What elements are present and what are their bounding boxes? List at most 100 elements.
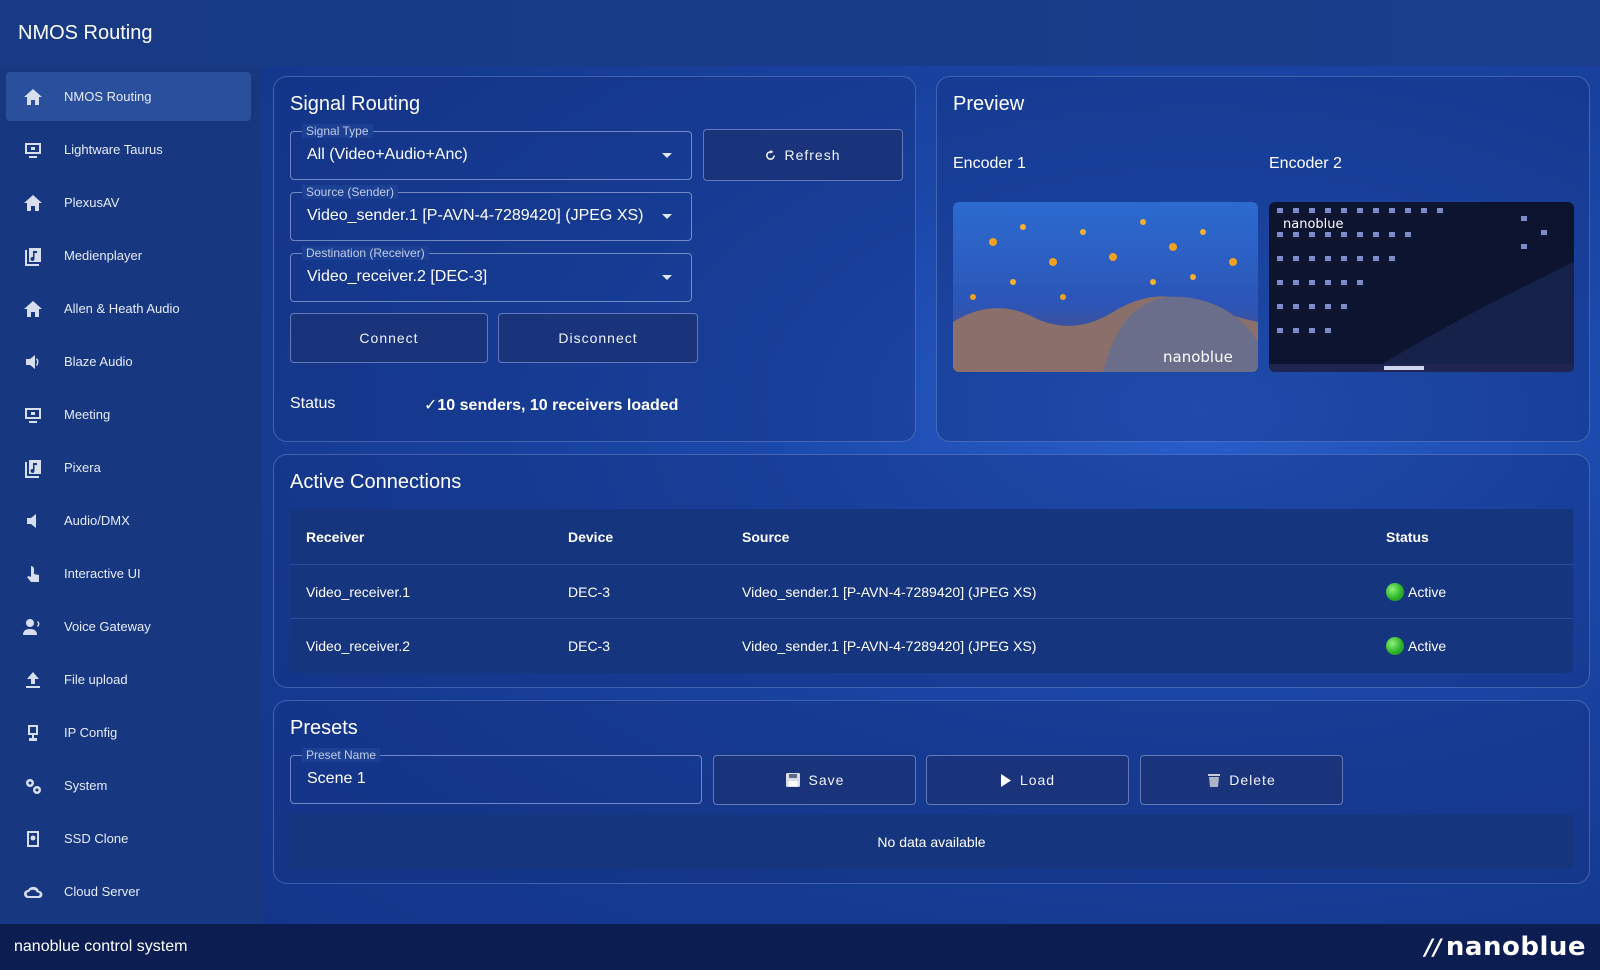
sidebar-item-interactive-ui[interactable]: Interactive UI [6,549,251,598]
encoder-1-watermark: nanoblue [1163,348,1233,366]
table-row[interactable]: Video_receiver.2 DEC-3 Video_sender.1 [P… [290,619,1573,673]
cell-receiver: Video_receiver.1 [306,583,411,600]
load-label: Load [1019,772,1056,788]
sidebar-item-label: Allen & Heath Audio [64,301,180,316]
destination-value: Video_receiver.2 [DEC-3] [307,268,488,285]
touch-icon [22,563,44,585]
app-title: NMOS Routing [18,21,153,44]
refresh-icon [765,149,776,161]
sidebar-item-label: NMOS Routing [64,89,152,104]
save-preset-button[interactable]: Save [713,755,916,805]
sidebar-item-cloud-server[interactable]: Cloud Server [6,867,251,916]
signal-routing-title: Signal Routing [290,93,421,115]
media-library-icon [22,245,44,267]
active-connections-title: Active Connections [290,471,462,493]
chevron-down-icon [662,153,672,158]
cell-receiver: Video_receiver.2 [306,638,411,654]
cell-source: Video_sender.1 [P-AVN-4-7289420] (JPEG X… [742,583,1037,600]
cloud-icon [22,881,44,903]
sidebar: NMOS Routing Lightware Taurus PlexusAV Medi… [0,66,261,924]
column-header-receiver[interactable]: Receiver [290,529,552,545]
encoder-2-label: Encoder 2 [1269,155,1342,172]
table-row[interactable]: Video_receiver.1 DEC-3 Video_sender.1 [P… [290,565,1573,619]
sidebar-item-label: Pixera [64,460,101,475]
source-label: Source (Sender) [302,185,399,199]
encoder-1-preview[interactable]: nanoblue [953,202,1258,372]
cell-status: Active [1386,637,1573,655]
sidebar-item-voice-gateway[interactable]: Voice Gateway [6,602,251,651]
refresh-button[interactable]: Refresh [703,129,903,181]
preview-card: Preview Encoder 1 Encoder 2 nanoblue nan… [936,76,1590,442]
cell-device: DEC-3 [568,583,611,600]
encoder-1-label: Encoder 1 [953,155,1026,172]
preview-title: Preview [953,93,1025,115]
status-active-icon [1386,637,1404,655]
sidebar-item-system[interactable]: System [6,761,251,810]
volume-icon [22,351,44,373]
column-header-device[interactable]: Device [552,529,742,545]
load-preset-button[interactable]: Load [926,755,1129,805]
main-content: Signal Routing Signal Type All (Video+Au… [261,66,1600,924]
delete-preset-button[interactable]: Delete [1140,755,1343,805]
sidebar-item-blaze-audio[interactable]: Blaze Audio [6,337,251,386]
encoder-2-watermark: nanoblue [1283,217,1344,232]
connect-label: Connect [359,330,419,346]
source-select[interactable]: Source (Sender) Video_sender.1 [P-AVN-4-… [290,185,692,241]
play-icon [1000,773,1012,787]
presets-card: Presets Preset Name Scene 1 Save Load De… [273,700,1590,884]
signal-type-value: All (Video+Audio+Anc) [307,146,468,163]
connect-button[interactable]: Connect [290,313,488,363]
sidebar-item-ip-config[interactable]: IP Config [6,708,251,757]
sidebar-item-meeting[interactable]: Meeting [6,390,251,439]
source-value: Video_sender.1 [P-AVN-4-7289420] (JPEG X… [307,207,644,224]
sidebar-item-allen-heath-audio[interactable]: Allen & Heath Audio [6,284,251,333]
sidebar-item-file-upload[interactable]: File upload [6,655,251,704]
sidebar-item-lightware-taurus[interactable]: Lightware Taurus [6,125,251,174]
active-connections-card: Active Connections Receiver Device Sourc… [273,454,1590,688]
disk-icon [22,828,44,850]
sidebar-item-label: Cloud Server [64,884,140,899]
status-active-icon [1386,582,1404,601]
footer: nanoblue control system //nanoblue [0,924,1600,970]
cell-status: Active [1386,582,1573,601]
sidebar-item-pixera[interactable]: Pixera [6,443,251,492]
cell-device: DEC-3 [568,638,611,654]
sidebar-item-label: System [64,778,108,793]
voice-icon [22,616,44,638]
network-icon [22,722,44,744]
footer-text: nanoblue control system [14,938,188,955]
sidebar-item-label: SSD Clone [64,831,129,846]
speaker-icon [22,510,44,532]
presets-title: Presets [290,717,358,739]
sidebar-item-medienplayer[interactable]: Medienplayer [6,231,251,280]
floppy-disk-icon [785,772,801,788]
sidebar-item-audio-dmx[interactable]: Audio/DMX [6,496,251,545]
delete-label: Delete [1229,772,1276,788]
column-header-status[interactable]: Status [1386,529,1573,545]
table-header-row: Receiver Device Source Status [290,509,1573,565]
signal-type-label: Signal Type [302,124,373,138]
trash-icon [1207,772,1221,788]
home-icon [22,86,44,108]
sidebar-item-nmos-routing[interactable]: NMOS Routing [6,72,251,121]
column-header-source[interactable]: Source [742,529,1386,545]
sidebar-item-ssd-clone[interactable]: SSD Clone [6,814,251,863]
signal-type-select[interactable]: Signal Type All (Video+Audio+Anc) [290,124,692,180]
destination-select[interactable]: Destination (Receiver) Video_receiver.2 … [290,246,692,302]
preset-name-input[interactable]: Preset Name Scene 1 [290,748,702,804]
signal-routing-card: Signal Routing Signal Type All (Video+Au… [273,76,916,442]
sidebar-item-label: Lightware Taurus [64,142,163,157]
home-icon [22,298,44,320]
gears-icon [22,775,44,797]
sidebar-item-plexusav[interactable]: PlexusAV [6,178,251,227]
encoder-2-preview[interactable]: nanoblue [1269,202,1574,372]
disconnect-button[interactable]: Disconnect [498,313,698,363]
status-text: Active [1408,583,1447,600]
status-text: Active [1408,638,1447,654]
sidebar-item-label: Interactive UI [64,566,141,581]
media-library-icon [22,457,44,479]
logo-slashes-icon: // [1424,936,1442,961]
sidebar-item-label: File upload [64,672,128,687]
sidebar-item-label: IP Config [64,725,118,740]
monitor-icon [22,139,44,161]
